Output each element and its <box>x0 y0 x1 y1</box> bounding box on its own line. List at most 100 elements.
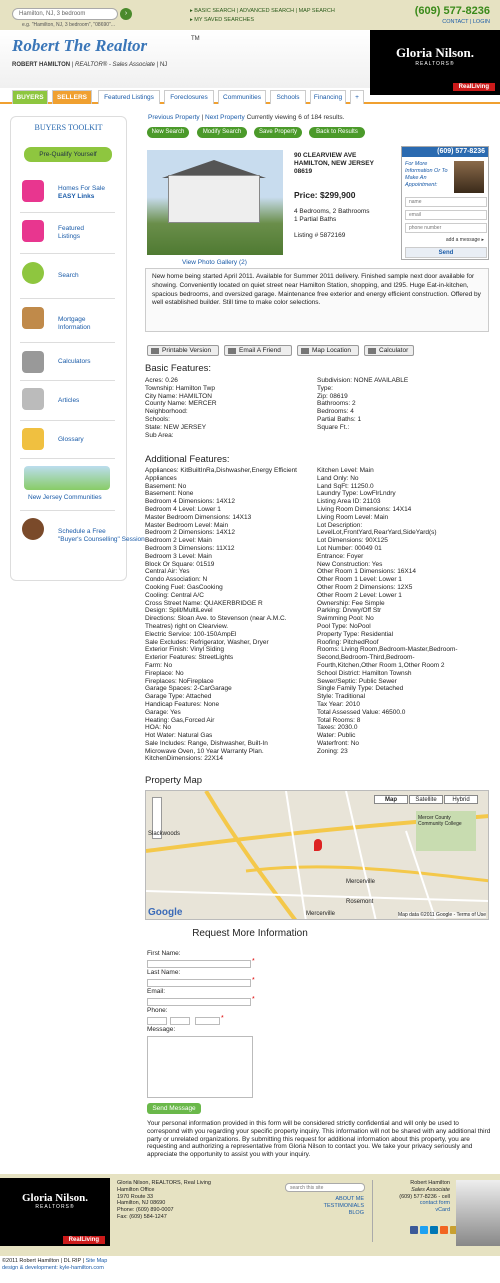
twitter-icon[interactable] <box>420 1226 428 1234</box>
plant-icon <box>22 518 44 540</box>
rss-icon[interactable] <box>440 1226 448 1234</box>
nav-foreclosures[interactable]: Foreclosures <box>164 90 214 104</box>
add-message-toggle[interactable]: add a message ▸ <box>446 237 484 243</box>
advanced-search-link[interactable]: ADVANCED SEARCH <box>239 8 294 14</box>
map-type-satellite[interactable]: Satellite <box>409 795 443 804</box>
logo-trademark: TM <box>191 36 200 42</box>
nav-schools[interactable]: Schools <box>270 90 306 104</box>
calculator-button[interactable]: Calculator <box>364 345 414 356</box>
blog-link[interactable]: BLOG <box>320 1210 364 1217</box>
feature-line: Listing Area ID: 21103 <box>317 498 381 506</box>
contact-link[interactable]: CONTACT <box>442 19 468 25</box>
toolkit-nj-communities[interactable]: New Jersey Communities <box>28 494 102 502</box>
basic-features-right: Subdivision: NONE AVAILABLE Type: Zip: 086… <box>317 377 487 432</box>
phone-prefix-input[interactable] <box>170 1017 190 1025</box>
modify-search-button[interactable]: Modify Search <box>197 127 247 138</box>
phone-area-input[interactable] <box>147 1017 167 1025</box>
saved-searches-link[interactable]: MY SAVED SEARCHES <box>194 17 254 23</box>
toolkit-glossary[interactable]: Glossary <box>58 436 84 444</box>
toolkit-articles[interactable]: Articles <box>58 397 79 405</box>
search-go-button[interactable]: › <box>120 8 132 20</box>
nav-communities[interactable]: Communities <box>218 90 266 104</box>
agent-send-button[interactable]: Send <box>405 247 487 258</box>
toolkit-title: BUYERS TOOLKIT <box>34 123 103 132</box>
toolkit-buyers-counselling[interactable]: Schedule a Free "Buyer's Counselling" Ses… <box>58 528 145 543</box>
linkedin-icon[interactable] <box>430 1226 438 1234</box>
toolkit-homes-for-sale[interactable]: Homes For Sale EASY Links <box>58 185 105 200</box>
basic-features-left: Acres: 0.26 Township: Hamilton Twp City Na… <box>145 377 315 439</box>
main-nav: BUYERS SELLERS Featured Listings Foreclo… <box>0 88 500 104</box>
last-name-input[interactable] <box>147 979 251 987</box>
feature-line: Theatres) right on Clearview. <box>145 622 229 630</box>
email-friend-button[interactable]: Email A Friend <box>224 345 292 356</box>
footer-search-input[interactable]: search this site <box>285 1183 365 1192</box>
site-map-link[interactable]: Site Map <box>86 1258 108 1264</box>
feature-line: School District: Hamilton Townsh <box>317 669 412 677</box>
brokerage-logo: Gloria Nilson. REALTORS® RealLiving <box>370 30 500 95</box>
back-to-results-button[interactable]: Back to Results <box>309 127 365 138</box>
new-search-button[interactable]: New Search <box>147 127 189 138</box>
toolkit-mortgage[interactable]: Mortgage Information <box>58 316 91 331</box>
photo-gallery-link[interactable]: View Photo Gallery (2) <box>182 259 247 266</box>
search-example: e.g. "Hamilton, NJ, 3 bedroom", "08690".… <box>22 22 115 28</box>
search-input[interactable]: Hamilton, NJ, 3 bedroom <box>12 8 118 20</box>
first-name-input[interactable] <box>147 960 251 968</box>
design-credit-link[interactable]: design & development: kyle-hamilton.com <box>2 1265 107 1272</box>
nav-financing[interactable]: Financing <box>310 90 346 104</box>
message-textarea[interactable] <box>147 1036 253 1098</box>
nav-sellers[interactable]: SELLERS <box>52 90 92 104</box>
map-type-hybrid[interactable]: Hybrid <box>444 795 478 804</box>
feature-line: Water: Public <box>317 732 356 740</box>
site-logo[interactable]: Robert The Realtor <box>12 36 147 56</box>
map-pin-icon[interactable] <box>314 839 322 851</box>
feature-line: Swimming Pool: No <box>317 615 374 623</box>
agent-email-field[interactable]: email <box>405 210 487 220</box>
toolkit-featured[interactable]: Featured Listings <box>58 225 84 240</box>
map-type-map[interactable]: Map <box>374 795 408 804</box>
pager: Previous Property | Next Property Curren… <box>148 114 345 121</box>
feature-line: Square Ft.: <box>317 423 350 431</box>
feature-line: Second,Bedroom-Third,Bedroom- <box>317 654 415 662</box>
last-name-label: Last Name: <box>147 969 181 976</box>
next-property-link[interactable]: Next Property <box>205 114 245 121</box>
nav-more[interactable]: + <box>350 90 364 104</box>
map-roads <box>146 791 488 919</box>
feature-line: Lot Description: <box>317 521 363 529</box>
feature-line: Entrance: Foyer <box>317 552 364 560</box>
login-link[interactable]: LOGIN <box>473 19 490 25</box>
testimonials-link[interactable]: TESTIMONIALS <box>320 1203 364 1210</box>
basic-search-link[interactable]: BASIC SEARCH <box>194 8 235 14</box>
about-me-link[interactable]: ABOUT ME <box>320 1196 364 1203</box>
toolkit-search[interactable]: Search <box>58 272 79 280</box>
house-icon <box>22 220 44 242</box>
map-search-link[interactable]: MAP SEARCH <box>299 8 335 14</box>
toolkit-calculators[interactable]: Calculators <box>58 358 91 366</box>
feature-line: Bedroom 3 Dimensions: 11X12 <box>145 544 235 552</box>
email-input[interactable] <box>147 998 251 1006</box>
nav-featured[interactable]: Featured Listings <box>98 90 160 104</box>
glossary-icon <box>22 428 44 450</box>
feature-line: Other Room 1 Dimensions: 16X14 <box>317 568 416 576</box>
google-logo: Google <box>148 907 183 918</box>
save-property-button[interactable]: Save Property <box>254 127 302 138</box>
agent-phone-field[interactable]: phone number <box>405 223 487 233</box>
printable-version-button[interactable]: Printable Version <box>147 345 219 356</box>
feature-line: Roofing: PitchedRoof <box>317 638 379 646</box>
feature-line: Bedroom 4 Level: Lower 1 <box>145 505 221 513</box>
nav-buyers[interactable]: BUYERS <box>12 90 48 104</box>
facebook-icon[interactable] <box>410 1226 418 1234</box>
feature-line: Bedrooms: 4 <box>317 408 354 416</box>
vcard-link[interactable]: vCard <box>380 1207 450 1214</box>
footer-agent: Robert Hamilton Sales Associate (609) 577-… <box>380 1180 450 1214</box>
contact-form-link[interactable]: contact form <box>380 1200 450 1207</box>
send-message-button[interactable]: Send Message <box>147 1103 201 1114</box>
phone-line-input[interactable] <box>195 1017 220 1025</box>
feature-line: Hot Water: Natural Gas <box>145 732 213 740</box>
agent-name-field[interactable]: name <box>405 197 487 207</box>
previous-property-link[interactable]: Previous Property <box>148 114 200 121</box>
map-label: Mercer County Community College <box>418 815 462 827</box>
print-icon <box>151 348 159 354</box>
map-location-button[interactable]: Map Location <box>297 345 359 356</box>
prequalify-button[interactable]: Pre-Qualify Yourself <box>24 147 112 162</box>
property-map[interactable]: Map Satellite Hybrid Slackwoods Mercervi… <box>145 790 489 920</box>
